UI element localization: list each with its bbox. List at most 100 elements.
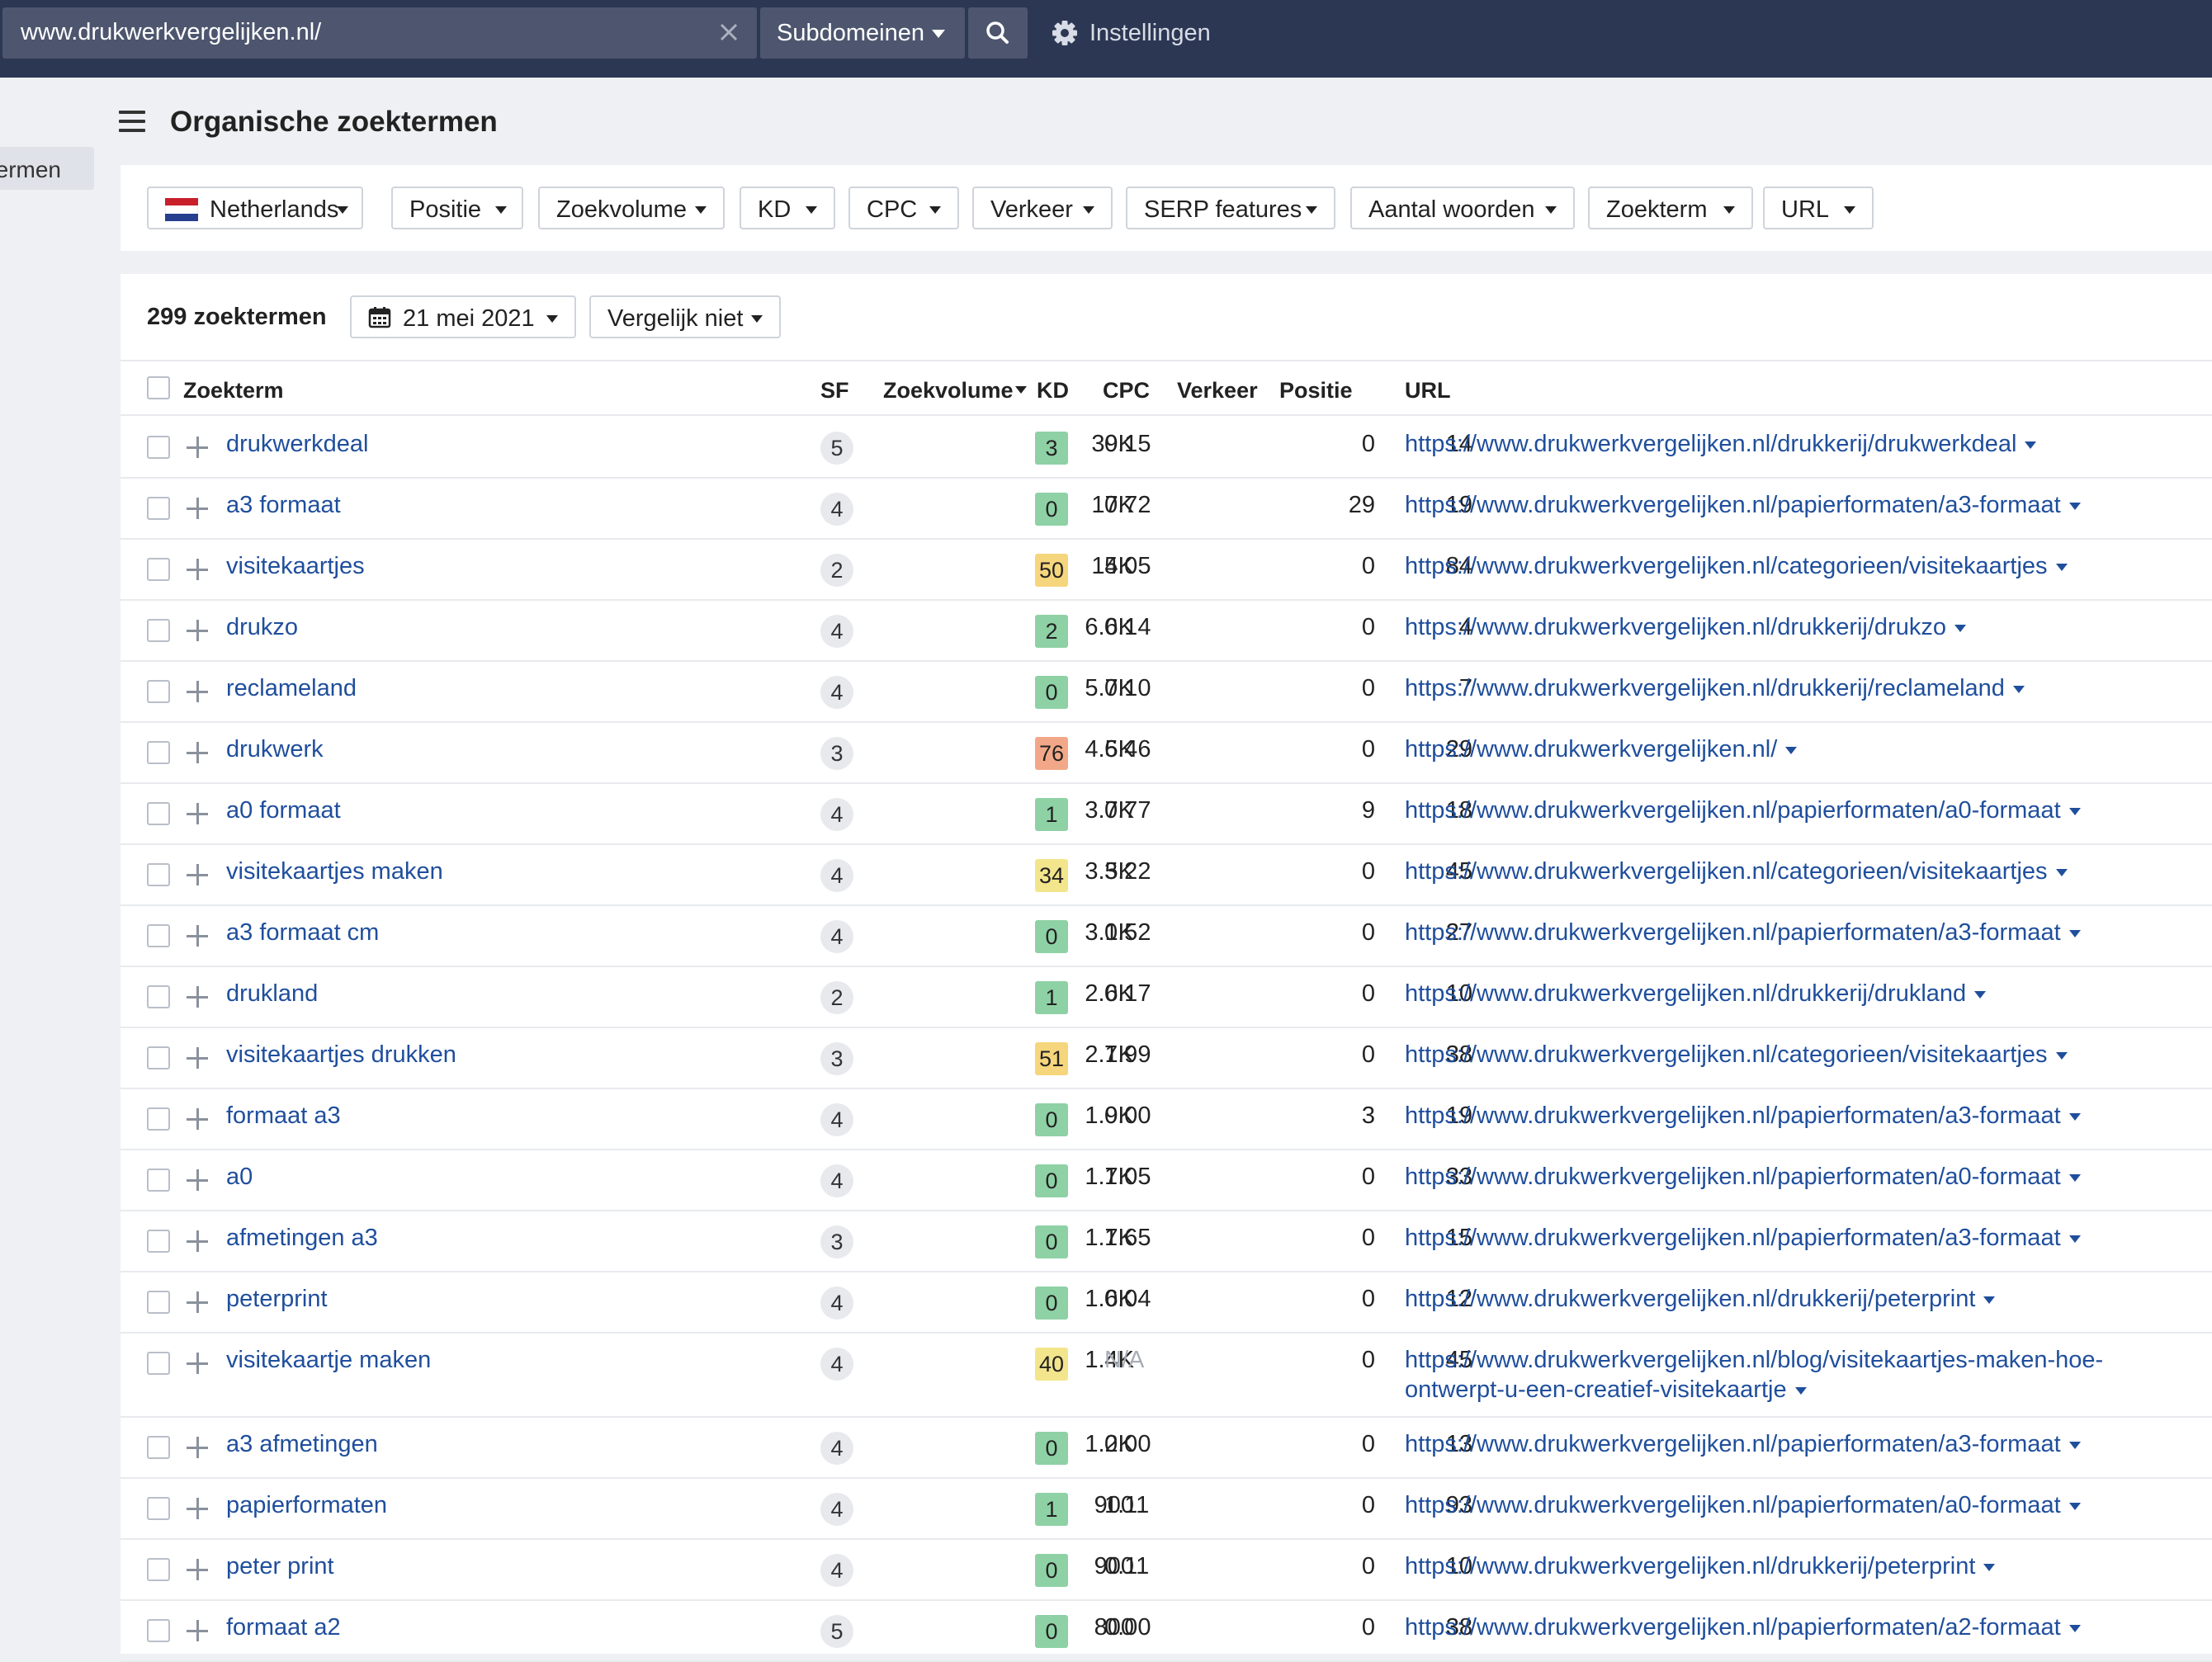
ranking-url[interactable]: https://www.drukwerkvergelijken.nl/papie… [1405, 918, 2197, 947]
country-filter[interactable]: Netherlands [147, 187, 363, 229]
row-checkbox[interactable] [147, 1046, 170, 1069]
column-header-keyword[interactable]: Zoekterm [183, 378, 284, 404]
keyword-link[interactable]: a3 afmetingen [226, 1431, 378, 1458]
chevron-down-icon[interactable] [2068, 502, 2081, 510]
keyword-link[interactable]: papierformaten [226, 1492, 387, 1519]
column-header-cpc[interactable]: CPC [1103, 378, 1150, 404]
plus-icon[interactable] [187, 864, 208, 885]
keyword-link[interactable]: a3 formaat cm [226, 919, 379, 947]
domain-input-value[interactable]: www.drukwerkvergelijken.nl/ [21, 19, 321, 46]
ranking-url-link[interactable]: https://www.drukwerkvergelijken.nl/papie… [1405, 1614, 2061, 1641]
serp-features-count[interactable]: 4 [820, 615, 853, 648]
plus-icon[interactable] [187, 437, 208, 458]
keyword-link[interactable]: drukzo [226, 614, 298, 641]
clear-icon[interactable] [712, 16, 745, 49]
plus-icon[interactable] [187, 1620, 208, 1641]
ranking-url[interactable]: https://www.drukwerkvergelijken.nl/drukk… [1405, 612, 2197, 642]
chevron-down-icon[interactable] [1974, 990, 1987, 999]
row-checkbox[interactable] [147, 1230, 170, 1253]
ranking-url[interactable]: https://www.drukwerkvergelijken.nl/papie… [1405, 1162, 2197, 1192]
keyword-link[interactable]: a0 formaat [226, 797, 341, 824]
ranking-url-link[interactable]: https://www.drukwerkvergelijken.nl/papie… [1405, 1225, 2061, 1251]
plus-icon[interactable] [187, 1498, 208, 1519]
serp-features-count[interactable]: 4 [820, 493, 853, 526]
row-checkbox[interactable] [147, 1497, 170, 1520]
ranking-url-link[interactable]: https://www.drukwerkvergelijken.nl/drukk… [1405, 1553, 1975, 1579]
serp-features-count[interactable]: 4 [820, 676, 853, 709]
row-checkbox[interactable] [147, 1107, 170, 1131]
row-checkbox[interactable] [147, 1436, 170, 1459]
row-checkbox[interactable] [147, 985, 170, 1008]
ranking-url-link[interactable]: https://www.drukwerkvergelijken.nl/papie… [1405, 1164, 2061, 1190]
column-header-sf[interactable]: SF [820, 378, 849, 404]
serp-features-count[interactable]: 4 [820, 920, 853, 953]
ranking-url-link[interactable]: https://www.drukwerkvergelijken.nl/drukk… [1405, 1286, 1975, 1312]
chevron-down-icon[interactable] [1794, 1386, 1807, 1395]
ranking-url-link[interactable]: https://www.drukwerkvergelijken.nl/drukk… [1405, 614, 1946, 640]
keyword-filter[interactable]: Zoekterm [1588, 187, 1753, 229]
chevron-down-icon[interactable] [2068, 1173, 2081, 1182]
ranking-url[interactable]: https://www.drukwerkvergelijken.nl/blog/… [1405, 1345, 2197, 1405]
column-header-position[interactable]: Positie [1279, 378, 1353, 404]
plus-icon[interactable] [187, 1437, 208, 1458]
ranking-url[interactable]: https://www.drukwerkvergelijken.nl/papie… [1405, 1612, 2197, 1642]
ranking-url-link[interactable]: https://www.drukwerkvergelijken.nl/papie… [1405, 797, 2061, 824]
row-checkbox[interactable] [147, 802, 170, 825]
sidebar-item-organic-keywords[interactable]: ermen [0, 147, 94, 190]
date-picker[interactable]: 21 mei 2021 [350, 295, 576, 338]
row-checkbox[interactable] [147, 863, 170, 886]
serp-features-count[interactable]: 4 [820, 859, 853, 892]
keyword-link[interactable]: peterprint [226, 1286, 328, 1313]
serp-features-count[interactable]: 2 [820, 554, 853, 587]
cpc-filter[interactable]: CPC [848, 187, 959, 229]
ranking-url[interactable]: https://www.drukwerkvergelijken.nl/categ… [1405, 551, 2197, 581]
keyword-link[interactable]: drukwerkdeal [226, 431, 368, 458]
ranking-url[interactable]: https://www.drukwerkvergelijken.nl/drukk… [1405, 1551, 2197, 1581]
ranking-url[interactable]: https://www.drukwerkvergelijken.nl/papie… [1405, 1101, 2197, 1131]
ranking-url[interactable]: https://www.drukwerkvergelijken.nl/papie… [1405, 1490, 2197, 1520]
chevron-down-icon[interactable] [2025, 441, 2037, 449]
chevron-down-icon[interactable] [2068, 1112, 2081, 1121]
serp-features-count[interactable]: 2 [820, 981, 853, 1014]
chevron-down-icon[interactable] [1983, 1563, 1996, 1571]
ranking-url[interactable]: https://www.drukwerkvergelijken.nl/papie… [1405, 796, 2197, 825]
url-filter[interactable]: URL [1763, 187, 1874, 229]
keyword-link[interactable]: a3 formaat [226, 492, 341, 519]
serp-features-count[interactable]: 5 [820, 432, 853, 465]
chevron-down-icon[interactable] [2012, 685, 2025, 693]
row-checkbox[interactable] [147, 619, 170, 642]
plus-icon[interactable] [187, 1169, 208, 1191]
plus-icon[interactable] [187, 1047, 208, 1069]
row-checkbox[interactable] [147, 1619, 170, 1642]
ranking-url[interactable]: https://www.drukwerkvergelijken.nl/categ… [1405, 857, 2197, 886]
row-checkbox[interactable] [147, 1558, 170, 1581]
row-checkbox[interactable] [147, 680, 170, 703]
ranking-url[interactable]: https://www.drukwerkvergelijken.nl/drukk… [1405, 429, 2197, 459]
serp-features-count[interactable]: 5 [820, 1615, 853, 1648]
row-checkbox[interactable] [147, 741, 170, 764]
chevron-down-icon[interactable] [1785, 746, 1798, 754]
ranking-url[interactable]: https://www.drukwerkvergelijken.nl/papie… [1405, 1223, 2197, 1253]
select-all-checkbox[interactable] [147, 376, 170, 399]
keyword-link[interactable]: formaat a2 [226, 1614, 341, 1641]
position-filter[interactable]: Positie [391, 187, 523, 229]
row-checkbox[interactable] [147, 1352, 170, 1375]
serp-features-count[interactable]: 4 [820, 1348, 853, 1381]
chevron-down-icon[interactable] [1983, 1296, 1996, 1304]
keyword-link[interactable]: visitekaartje maken [226, 1347, 431, 1374]
serp-features-count[interactable]: 4 [820, 1493, 853, 1526]
ranking-url-link[interactable]: https://www.drukwerkvergelijken.nl/drukk… [1405, 675, 2005, 701]
serp-features-count[interactable]: 4 [820, 1554, 853, 1587]
subdomains-dropdown[interactable]: Subdomeinen [760, 7, 965, 59]
serp-features-count[interactable]: 3 [820, 737, 853, 770]
keyword-link[interactable]: reclameland [226, 675, 357, 702]
keyword-link[interactable]: formaat a3 [226, 1102, 341, 1130]
plus-icon[interactable] [187, 1291, 208, 1313]
ranking-url-link[interactable]: https://www.drukwerkvergelijken.nl/papie… [1405, 492, 2061, 518]
row-checkbox[interactable] [147, 1169, 170, 1192]
ranking-url[interactable]: https://www.drukwerkvergelijken.nl/papie… [1405, 490, 2197, 520]
serp-features-count[interactable]: 4 [820, 1432, 853, 1465]
ranking-url-link[interactable]: https://www.drukwerkvergelijken.nl/papie… [1405, 1431, 2061, 1457]
ranking-url[interactable]: https://www.drukwerkvergelijken.nl/drukk… [1405, 979, 2197, 1008]
keyword-link[interactable]: a0 [226, 1164, 253, 1191]
